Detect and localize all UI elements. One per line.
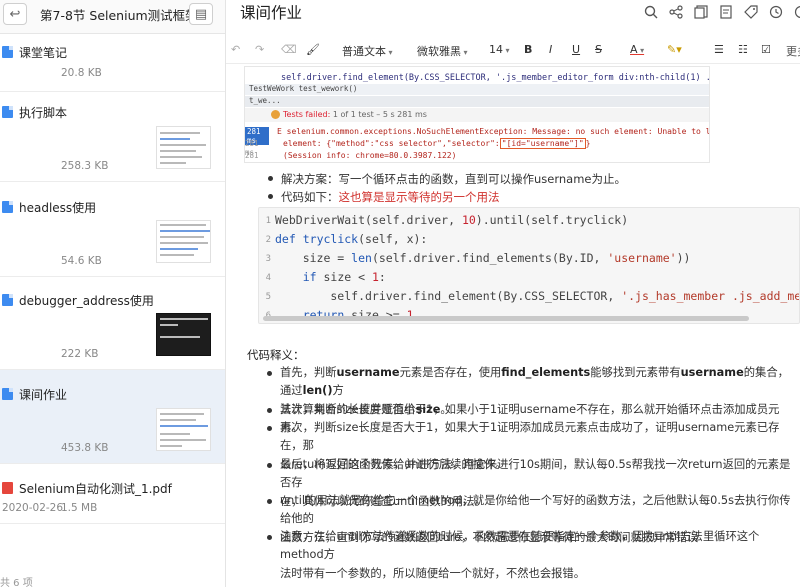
more-button[interactable]: 更多: [786, 43, 800, 59]
italic-button[interactable]: I: [549, 43, 552, 56]
gutter-time: 281 ms: [245, 151, 259, 162]
format-painter-icon[interactable]: 🖌: [306, 43, 320, 56]
bold-button[interactable]: B: [524, 43, 532, 56]
line-number: 2: [265, 235, 271, 245]
pdf-icon: [2, 482, 13, 494]
note-item[interactable]: headless使用 54.6 KB: [0, 182, 225, 277]
note-title: headless使用: [19, 201, 97, 215]
line-number: 3: [265, 254, 271, 264]
line-number: 4: [265, 273, 271, 283]
note-item[interactable]: debugger_address使用 222 KB: [0, 277, 225, 370]
fail-prefix: Tests failed:: [283, 110, 331, 119]
strikethrough-button[interactable]: S: [595, 43, 602, 56]
copy-icon[interactable]: [692, 3, 709, 20]
code-line: size = len(self.driver.find_elements(By.…: [275, 251, 691, 265]
note-icon[interactable]: [717, 3, 734, 20]
code-line: self.driver.find_element(By.CSS_SELECTOR…: [281, 73, 709, 83]
note-doc-icon: [2, 294, 13, 306]
note-doc-icon: [2, 388, 13, 400]
item-count: 共 6 项: [0, 578, 33, 587]
note-title: debugger_address使用: [19, 294, 154, 308]
font-size-select[interactable]: 14: [489, 43, 510, 56]
code-line: if size < 1:: [302, 270, 386, 284]
note-size: 1.5 MB: [61, 502, 98, 514]
top-icon-bar: [642, 3, 800, 20]
error-line: E selenium.common.exceptions.NoSuchEleme…: [277, 127, 710, 136]
redo-icon[interactable]: ↷: [255, 43, 264, 56]
font-color-button[interactable]: A: [630, 43, 644, 56]
info-icon[interactable]: [792, 3, 800, 20]
note-item[interactable]: 执行脚本 258.3 KB: [0, 92, 225, 182]
horizontal-scrollbar[interactable]: [263, 316, 749, 321]
note-date: 2020-02-26: [2, 502, 64, 514]
highlight-box: "[id="username"]": [499, 138, 586, 149]
line-number: 1: [265, 216, 271, 226]
error-line: element: {"method":"css selector","selec…: [283, 138, 591, 149]
explanation-label: 代码释义：: [247, 348, 305, 362]
code-block[interactable]: 1 2 3 4 5 6 WebDriverWait(self.driver, 1…: [258, 207, 800, 324]
bullet-item: 代码如下：这也算是显示等待的另一个用法: [268, 189, 500, 205]
note-list-sidebar: ↩ 第7-8节 Selenium测试框架 ▤ 课堂笔记 20.8 KB 执行脚本…: [0, 0, 226, 587]
eraser-icon[interactable]: ⌫: [281, 43, 297, 56]
clock-icon[interactable]: [767, 3, 784, 20]
share-icon[interactable]: [667, 3, 684, 20]
folder-title: 第7-8节 Selenium测试框架: [40, 8, 198, 23]
note-title: 课堂笔记: [19, 46, 68, 60]
layout-toggle-icon[interactable]: ▤: [189, 3, 213, 25]
test-tab: TestWeWork test_wework(): [245, 84, 709, 95]
note-title: 课间作业: [19, 388, 68, 402]
line-number: 5: [265, 292, 271, 302]
fail-icon: [271, 110, 280, 119]
code-line: WebDriverWait(self.driver, 10).until(sel…: [275, 213, 629, 227]
bullet-item: 解决方案：写一个循环点击的函数，直到可以操作username为止。: [268, 171, 626, 187]
document-title[interactable]: 课间作业: [240, 1, 302, 23]
numbered-list-icon[interactable]: ☷: [738, 43, 748, 56]
note-size: 54.6 KB: [61, 255, 102, 267]
tag-icon[interactable]: [742, 3, 759, 20]
note-size: 20.8 KB: [61, 67, 102, 79]
note-thumbnail: [156, 126, 211, 169]
note-item-active[interactable]: 课间作业 453.8 KB: [0, 370, 225, 464]
ide-screenshot-image: self.driver.find_element(By.CSS_SELECTOR…: [244, 66, 710, 163]
note-list-header: ↩ 第7-8节 Selenium测试框架 ▤: [0, 0, 225, 34]
test-fail-bar: Tests failed: 1 of 1 test – 5 s 281 ms: [245, 108, 709, 122]
note-size: 222 KB: [61, 348, 99, 360]
note-title: 执行脚本: [19, 106, 68, 120]
search-icon[interactable]: [642, 3, 659, 20]
test-subtab: t_we...: [245, 96, 709, 107]
back-arrow-icon[interactable]: ↩: [3, 3, 27, 25]
code-line: def tryclick(self, x):: [275, 232, 428, 246]
paragraph-style-select[interactable]: 普通文本: [342, 43, 393, 59]
note-item[interactable]: Selenium自动化测试_1.pdf 2020-02-26 1.5 MB: [0, 464, 225, 524]
note-title: Selenium自动化测试_1.pdf: [19, 482, 172, 496]
code-line: self.driver.find_element(By.CSS_SELECTOR…: [275, 289, 799, 303]
underline-button[interactable]: U: [572, 43, 580, 56]
font-family-select[interactable]: 微软雅黑: [417, 43, 468, 59]
note-thumbnail: [156, 313, 211, 356]
undo-icon[interactable]: ↶: [231, 43, 240, 56]
explanation-item: 注意，在给until方法传递函数的时候，函数需要在随便指定一个参数，因为unti…: [267, 528, 795, 583]
note-thumbnail: [156, 220, 211, 263]
format-toolbar: ↶ ↷ ⌫ 🖌 普通文本 微软雅黑 14 B I U S A ✎▾ ☰ ☷ ☑ …: [226, 36, 800, 64]
note-thumbnail: [156, 408, 211, 451]
bullet-list-icon[interactable]: ☰: [714, 43, 724, 56]
checkbox-icon[interactable]: ☑: [761, 43, 771, 56]
highlight-icon[interactable]: ✎▾: [667, 43, 682, 56]
note-doc-icon: [2, 46, 13, 58]
note-size: 453.8 KB: [61, 442, 109, 454]
fail-summary: 1 of 1 test – 5 s 281 ms: [330, 110, 427, 119]
note-doc-icon: [2, 106, 13, 118]
note-doc-icon: [2, 201, 13, 213]
note-item[interactable]: 课堂笔记 20.8 KB: [0, 34, 225, 92]
note-size: 258.3 KB: [61, 160, 109, 172]
error-line: (Session info: chrome=80.0.3987.122): [283, 151, 457, 160]
